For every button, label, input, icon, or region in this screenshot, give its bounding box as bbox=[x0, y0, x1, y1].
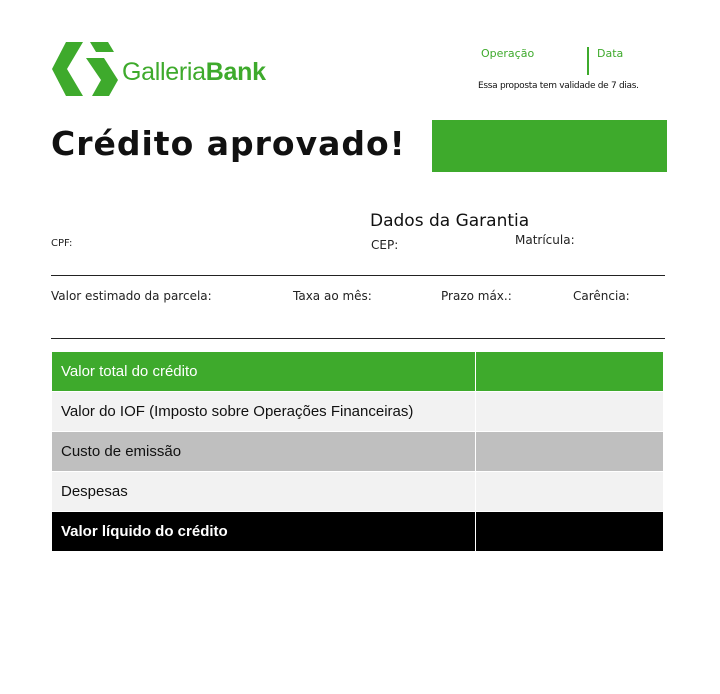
table-row-issuance-cost: Custo de emissão bbox=[52, 432, 663, 472]
row-label: Custo de emissão bbox=[52, 432, 476, 471]
brand-name: GalleriaBank bbox=[122, 58, 266, 87]
row-value bbox=[476, 472, 663, 511]
divider-line bbox=[51, 275, 665, 276]
parcela-label: Valor estimado da parcela: bbox=[51, 289, 212, 303]
table-row-net-credit: Valor líquido do crédito bbox=[52, 512, 663, 552]
validity-note: Essa proposta tem validade de 7 dias. bbox=[478, 81, 639, 91]
credit-summary-table: Valor total do crédito Valor do IOF (Imp… bbox=[52, 352, 663, 552]
prazo-label: Prazo máx.: bbox=[441, 289, 512, 303]
row-label: Valor do IOF (Imposto sobre Operações Fi… bbox=[52, 392, 476, 431]
taxa-label: Taxa ao mês: bbox=[293, 289, 372, 303]
table-row-total-credit: Valor total do crédito bbox=[52, 352, 663, 392]
row-value bbox=[476, 392, 663, 431]
row-label: Valor total do crédito bbox=[52, 352, 476, 391]
row-label: Valor líquido do crédito bbox=[52, 512, 476, 551]
table-row-expenses: Despesas bbox=[52, 472, 663, 512]
brand-name-light: Galleria bbox=[122, 58, 206, 86]
guarantee-heading: Dados da Garantia bbox=[370, 211, 530, 231]
header-divider bbox=[587, 47, 589, 75]
galleria-bank-logo-icon bbox=[52, 42, 118, 96]
cpf-label: CPF: bbox=[51, 238, 73, 249]
carencia-label: Carência: bbox=[573, 289, 630, 303]
matricula-label: Matrícula: bbox=[515, 233, 575, 247]
cep-label: CEP: bbox=[371, 238, 399, 252]
brand-name-bold: Bank bbox=[205, 58, 266, 86]
divider-line bbox=[51, 338, 665, 339]
table-row-iof: Valor do IOF (Imposto sobre Operações Fi… bbox=[52, 392, 663, 432]
row-value bbox=[476, 432, 663, 471]
page-title: Crédito aprovado! bbox=[51, 124, 406, 163]
operation-label: Operação bbox=[481, 47, 535, 60]
row-value bbox=[476, 512, 663, 551]
date-label: Data bbox=[597, 47, 624, 60]
row-label: Despesas bbox=[52, 472, 476, 511]
row-value bbox=[476, 352, 663, 391]
amount-highlight-box bbox=[432, 120, 667, 172]
